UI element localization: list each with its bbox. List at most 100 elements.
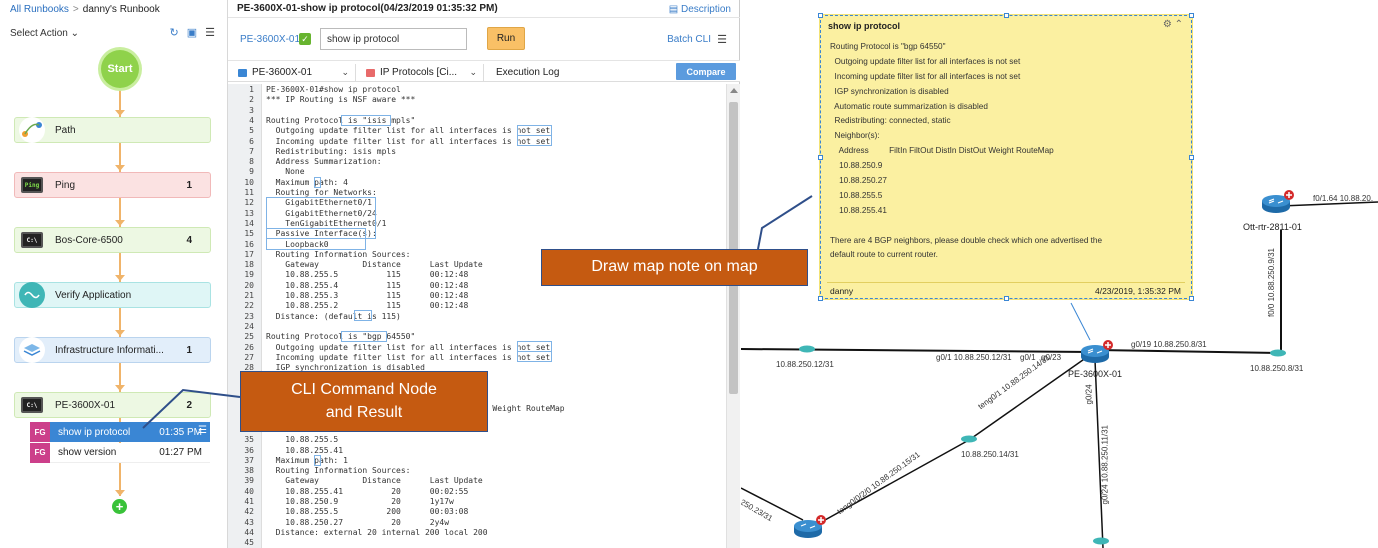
highlight-box — [266, 228, 366, 250]
resize-handle[interactable] — [1004, 296, 1009, 301]
scroll-thumb[interactable] — [729, 102, 738, 394]
device-dropdown[interactable]: PE-3600X-01 ⌄ — [238, 64, 356, 81]
flow-arrow — [115, 220, 125, 226]
application-wave-icon — [19, 282, 45, 308]
line-number: 23 — [244, 311, 254, 321]
device-name-ott-rtr[interactable]: Ott-rtr-2811-01 — [1243, 222, 1302, 232]
device-link[interactable]: PE-3600X-01 — [240, 34, 300, 45]
resize-handle[interactable] — [818, 296, 823, 301]
note-line: Neighbor(s): — [830, 131, 880, 141]
network-map[interactable]: PE-3600X-01 Ott-rtr-2811-01 10.88.250.12… — [741, 0, 1378, 548]
menu-icon[interactable]: ☰ — [198, 425, 207, 436]
line-number: 42 — [244, 507, 254, 517]
start-node[interactable]: Start — [101, 50, 139, 88]
link-label: g0/1 10.88.250.12/31 — [936, 353, 1012, 362]
scroll-up-icon[interactable] — [730, 88, 738, 93]
add-node-button[interactable]: + — [112, 499, 127, 514]
runbook-node-ping[interactable]: Ping Ping 1 — [14, 172, 211, 198]
note-line: 10.88.255.41 — [830, 205, 887, 215]
node-count: 2 — [186, 400, 192, 411]
map-note[interactable]: show ip protocol ⚙ ⌃ Routing Protocol is… — [818, 13, 1194, 301]
router-icon[interactable] — [1261, 190, 1295, 216]
resize-handle[interactable] — [1004, 13, 1009, 18]
note-author: danny — [830, 286, 854, 296]
select-action-label: Select Action — [10, 28, 68, 39]
highlight-box — [314, 455, 321, 466]
menu-icon[interactable]: ☰ — [717, 33, 727, 46]
note-line: Routing Protocol is "bgp 64550" — [830, 42, 946, 51]
output-line: 10.88.255.5 — [266, 435, 339, 445]
resize-handle[interactable] — [1189, 155, 1194, 160]
runbook-node-verify-application[interactable]: Verify Application — [14, 282, 211, 308]
device-name-pe-3600x[interactable]: PE-3600X-01 — [1068, 369, 1122, 379]
line-number: 2 — [249, 95, 254, 105]
runbook-node-bos-core[interactable]: C:\ Bos-Core-6500 4 — [14, 227, 211, 253]
line-number: 25 — [244, 332, 254, 342]
output-line: Maximum path: 4 — [266, 177, 348, 187]
line-number: 26 — [244, 342, 254, 352]
line-number: 43 — [244, 517, 254, 527]
note-line: Address FiltIn FiltOut DistIn DistOut We… — [830, 146, 1054, 156]
note-line: 10.88.255.5 — [830, 190, 883, 200]
line-number: 5 — [249, 126, 254, 136]
fg-badge: FG — [30, 442, 50, 463]
line-number: 22 — [244, 301, 254, 311]
output-line: Address Summarization: — [266, 157, 382, 167]
result-tabbar: PE-3600X-01 ⌄ IP Protocols [Ci... ⌄ Exec… — [228, 60, 740, 82]
node-label: Ping — [55, 180, 76, 191]
runbook-node-infrastructure[interactable]: Infrastructure Informati... 1 — [14, 337, 211, 363]
line-number: 10 — [244, 177, 254, 187]
vertical-scrollbar[interactable] — [726, 84, 740, 548]
compare-button[interactable]: Compare — [676, 63, 736, 80]
router-icon[interactable] — [793, 515, 827, 541]
batch-cli-link[interactable]: Batch CLI — [667, 34, 711, 45]
output-line: Gateway Distance Last Update — [266, 260, 483, 270]
breadcrumb: All Runbooks > danny's Runbook — [10, 4, 160, 15]
output-line: Gateway Distance Last Update — [266, 476, 483, 486]
output-line: 10.88.255.5 200 00:03:08 — [266, 507, 469, 517]
command-input[interactable] — [320, 28, 467, 50]
link-label: f0/0 10.88.250.9/31 — [1266, 248, 1276, 317]
command-item-show-ip-protocol[interactable]: FG show ip protocol 01:35 PM ☰ — [30, 422, 210, 442]
resize-handle[interactable] — [1189, 296, 1194, 301]
line-number: 13 — [244, 208, 254, 218]
resize-handle[interactable] — [818, 155, 823, 160]
chevron-down-icon: ⌄ — [70, 28, 79, 39]
router-icon[interactable] — [1080, 340, 1114, 366]
fit-view-icon[interactable]: ▣ — [187, 26, 197, 39]
resize-handle[interactable] — [818, 13, 823, 18]
parser-icon — [366, 68, 375, 77]
link-label: f0/1.64 10.88.20. — [1313, 194, 1374, 203]
line-number: 18 — [244, 260, 254, 270]
note-line: IGP synchronization is disabled — [830, 86, 949, 96]
line-number: 16 — [244, 239, 254, 249]
line-number: 7 — [249, 146, 254, 156]
check-icon[interactable]: ✓ — [299, 33, 311, 45]
note-line: Automatic route summarization is disable… — [830, 101, 988, 111]
output-line: 10.88.255.5 115 00:12:48 — [266, 270, 469, 280]
menu-icon[interactable]: ☰ — [205, 26, 215, 39]
tab-execution-log[interactable]: Execution Log — [496, 67, 559, 78]
command-item-show-version[interactable]: FG show version 01:27 PM — [30, 442, 210, 463]
refresh-icon[interactable]: ↻ — [170, 26, 179, 39]
resize-handle[interactable] — [1189, 13, 1194, 18]
runbook-node-pe-3600x[interactable]: C:\ PE-3600X-01 2 — [14, 392, 211, 418]
gear-icon[interactable]: ⚙ — [1163, 19, 1172, 30]
protocol-dropdown[interactable]: IP Protocols [Ci... ⌄ — [366, 64, 484, 81]
run-button[interactable]: Run — [487, 27, 525, 50]
collapse-icon[interactable]: ⌃ — [1175, 19, 1183, 30]
note-line: 10.88.250.27 — [830, 176, 887, 186]
callout-text: Draw map note on map — [591, 258, 758, 276]
note-title: show ip protocol — [828, 21, 900, 31]
description-link[interactable]: ▤ Description — [669, 4, 731, 15]
callout-text: and Result — [325, 403, 403, 421]
description-label: Description — [680, 4, 731, 15]
fg-badge: FG — [30, 422, 50, 442]
breadcrumb-all-runbooks[interactable]: All Runbooks — [10, 4, 69, 15]
link-label: 10.88.250.14/31 — [961, 450, 1019, 459]
runbook-node-path[interactable]: Path — [14, 117, 211, 143]
select-action-dropdown[interactable]: Select Action ⌄ — [10, 28, 79, 39]
note-line: Redistributing: connected, static — [830, 116, 951, 126]
line-number: 37 — [244, 455, 254, 465]
highlight-box — [517, 135, 552, 146]
